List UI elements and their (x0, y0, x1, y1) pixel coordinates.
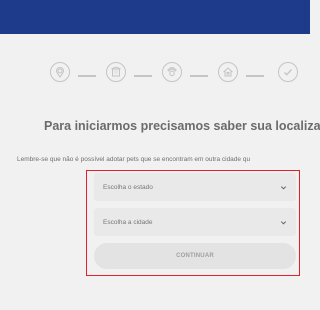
continue-button[interactable]: CONTINUAR (94, 243, 296, 269)
building-icon (106, 62, 126, 82)
pets-icon (162, 62, 182, 82)
map-pin-icon (50, 62, 70, 82)
home-heart-icon (218, 62, 238, 82)
state-select-value: Escolha o estado (103, 183, 153, 191)
step-connector (190, 75, 208, 77)
header-bar (0, 0, 310, 34)
checkmark-icon (278, 62, 298, 82)
location-notice: Lembre-se que não é possível adotar pets… (17, 156, 251, 163)
chevron-down-icon (280, 220, 287, 225)
page-heading: Para iniciarmos precisamos saber sua loc… (44, 119, 320, 133)
chevron-down-icon (280, 185, 287, 190)
progress-stepper (0, 62, 310, 92)
city-select-value: Escolha a cidade (103, 218, 153, 226)
step-connector (246, 75, 264, 77)
city-select[interactable]: Escolha a cidade (94, 208, 296, 236)
step-connector (78, 75, 96, 77)
step-connector (134, 75, 152, 77)
state-select[interactable]: Escolha o estado (94, 173, 296, 201)
